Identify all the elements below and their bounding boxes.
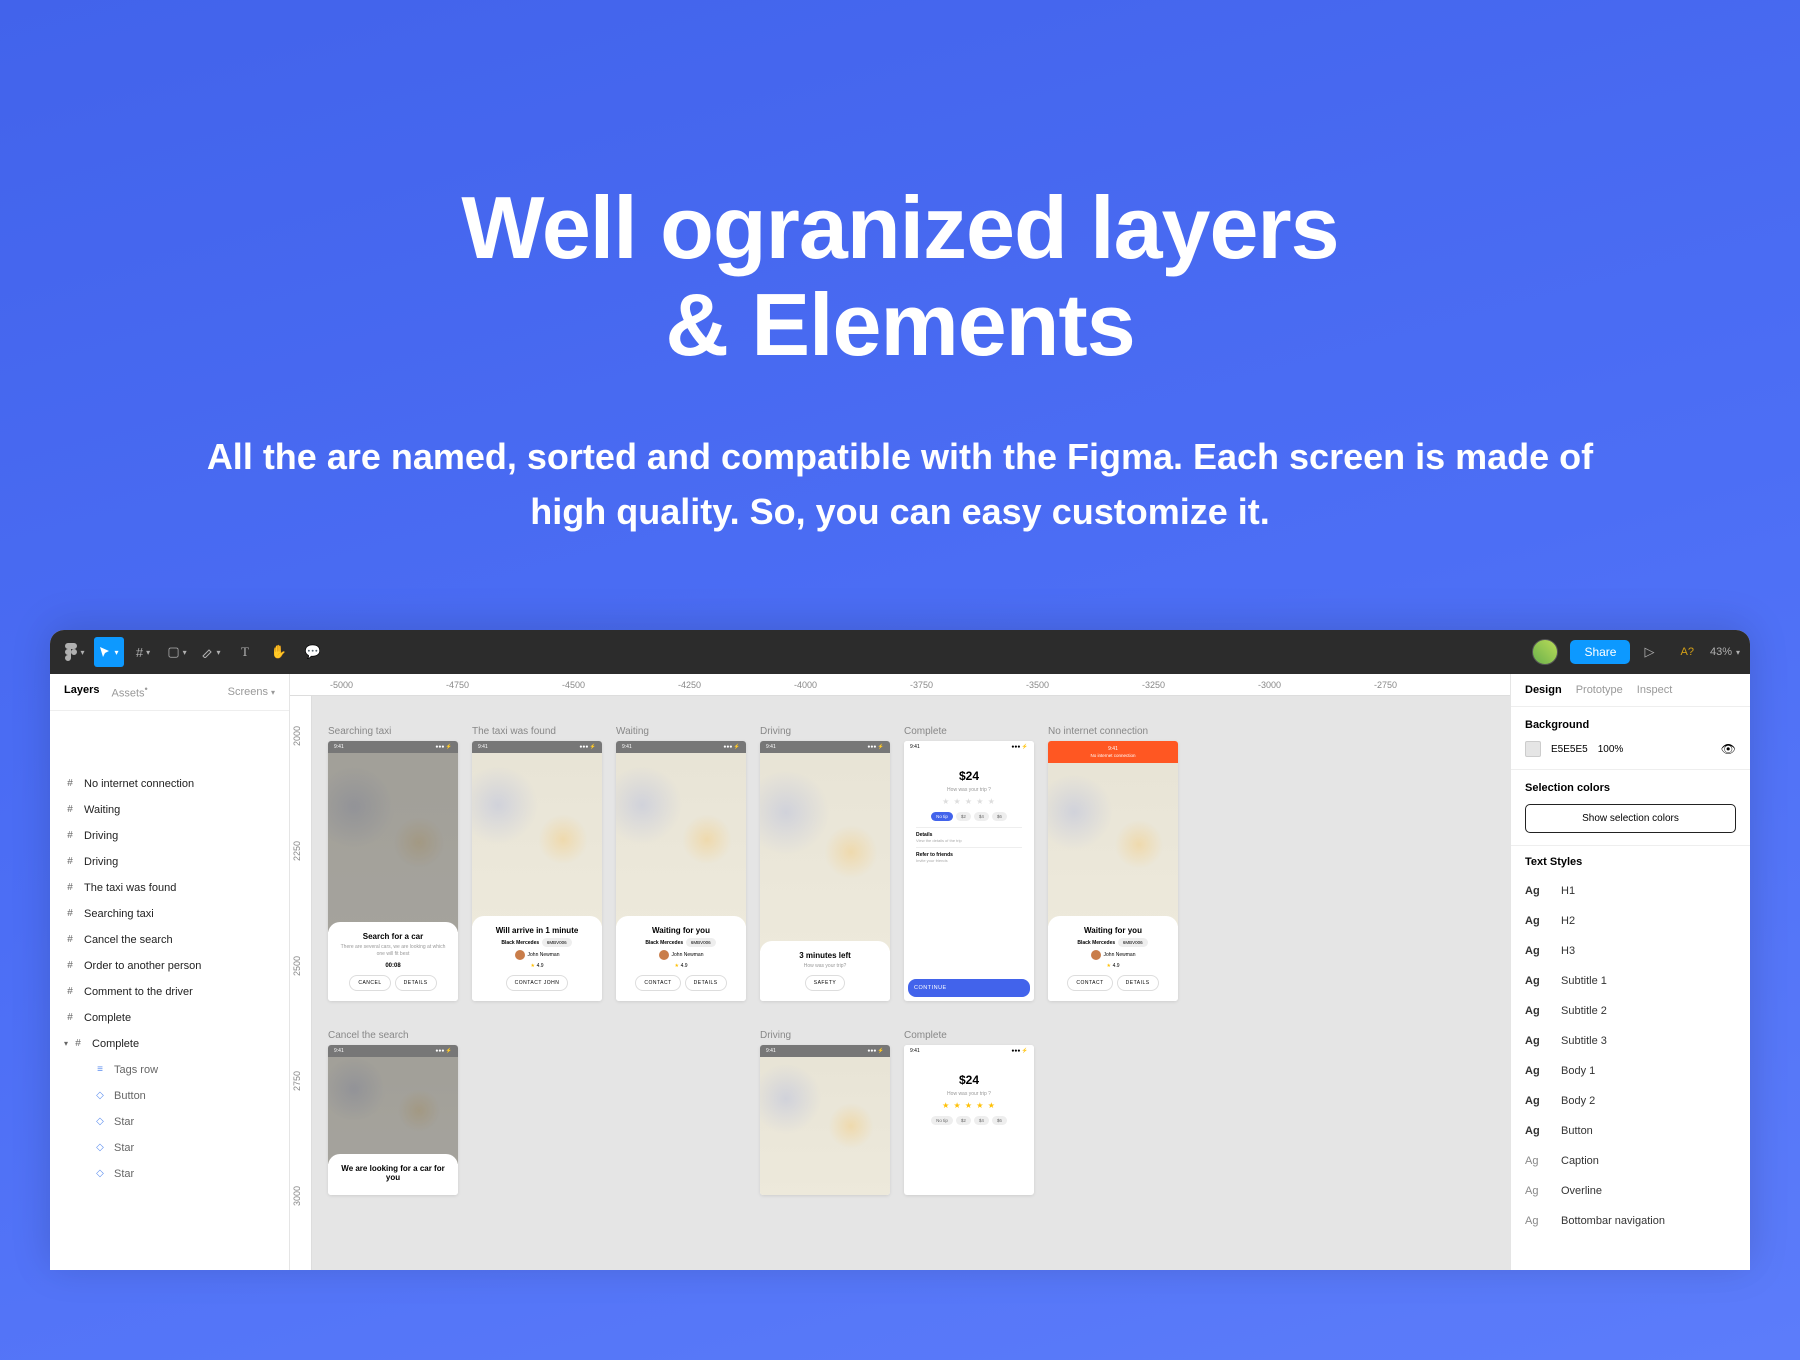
text-style-row[interactable]: AgH2 xyxy=(1525,906,1736,936)
layer-row[interactable]: #Searching taxi xyxy=(50,901,289,927)
layer-row[interactable]: #Complete xyxy=(50,1005,289,1031)
hero-subtitle: All the are named, sorted and compatible… xyxy=(200,429,1600,541)
frame-label: Complete xyxy=(904,1030,1034,1041)
present-icon[interactable]: ▷ xyxy=(1634,637,1664,667)
text-style-row[interactable]: AgSubtitle 3 xyxy=(1525,1026,1736,1056)
layer-child[interactable]: ◇Button xyxy=(50,1083,289,1109)
share-button[interactable]: Share xyxy=(1570,640,1630,664)
layer-row[interactable]: #Driving xyxy=(50,823,289,849)
layer-row[interactable]: #Waiting xyxy=(50,797,289,823)
layer-row[interactable]: #Driving xyxy=(50,849,289,875)
move-tool-icon[interactable]: ▾ xyxy=(94,637,124,667)
text-style-row[interactable]: AgH1 xyxy=(1525,876,1736,906)
tab-inspect[interactable]: Inspect xyxy=(1637,684,1672,696)
bg-opacity[interactable]: 100% xyxy=(1598,744,1624,755)
missing-fonts-badge[interactable]: A? xyxy=(1680,646,1693,658)
text-style-row[interactable]: AgSubtitle 1 xyxy=(1525,966,1736,996)
frame[interactable]: Waiting9:41●●● ⚡Waiting for youBlack Mer… xyxy=(616,726,746,1001)
frame-label: Cancel the search xyxy=(328,1030,458,1041)
bg-swatch[interactable] xyxy=(1525,741,1541,757)
figma-menu-icon[interactable]: ▾ xyxy=(60,637,90,667)
text-style-row[interactable]: AgOverline xyxy=(1525,1176,1736,1206)
shape-tool-icon[interactable]: ▢▾ xyxy=(162,637,192,667)
text-styles-label: Text Styles xyxy=(1525,856,1736,868)
frame-label: The taxi was found xyxy=(472,726,602,737)
frame[interactable]: Cancel the search9:41●●● ⚡We are looking… xyxy=(328,1030,458,1195)
frame[interactable]: Complete9:41●●● ⚡ $24 How was your trip … xyxy=(904,726,1034,1001)
tab-layers[interactable]: Layers xyxy=(64,684,99,700)
frame[interactable]: The taxi was found9:41●●● ⚡Will arrive i… xyxy=(472,726,602,1001)
selection-colors-label: Selection colors xyxy=(1525,782,1736,794)
layer-row[interactable]: #Order to another person xyxy=(50,953,289,979)
tab-prototype[interactable]: Prototype xyxy=(1576,684,1623,696)
frame[interactable]: No internet connection9:41No internet co… xyxy=(1048,726,1178,1001)
background-label: Background xyxy=(1525,719,1736,731)
layer-row[interactable]: #No internet connection xyxy=(50,771,289,797)
layer-row[interactable]: #Cancel the search xyxy=(50,927,289,953)
layer-row[interactable]: #The taxi was found xyxy=(50,875,289,901)
layer-row[interactable]: #Comment to the driver xyxy=(50,979,289,1005)
bg-hex[interactable]: E5E5E5 xyxy=(1551,744,1588,755)
figma-toolbar: ▾ ▾ #▾ ▢▾ ▾ T ✋ 💬 Share ▷ A? 43% ▾ xyxy=(50,630,1750,674)
frame-label: No internet connection xyxy=(1048,726,1178,737)
frame-label: Driving xyxy=(760,726,890,737)
tab-assets[interactable]: Assets• xyxy=(111,684,147,700)
frame-label: Complete xyxy=(904,726,1034,737)
text-style-row[interactable]: AgButton xyxy=(1525,1116,1736,1146)
frame-label: Searching taxi xyxy=(328,726,458,737)
text-style-row[interactable]: AgBottombar navigation xyxy=(1525,1206,1736,1236)
zoom-control[interactable]: 43% ▾ xyxy=(1710,646,1740,658)
frame[interactable]: Driving9:41●●● ⚡ xyxy=(760,1030,890,1195)
layers-panel: Layers Assets• Screens▾ #No internet con… xyxy=(50,674,290,1270)
frame-tool-icon[interactable]: #▾ xyxy=(128,637,158,667)
hero-section: Well ogranized layers & Elements All the… xyxy=(0,0,1800,630)
frame-label: Driving xyxy=(760,1030,890,1041)
text-style-row[interactable]: AgBody 2 xyxy=(1525,1086,1736,1116)
pen-tool-icon[interactable]: ▾ xyxy=(196,637,226,667)
text-style-row[interactable]: AgSubtitle 2 xyxy=(1525,996,1736,1026)
visibility-icon[interactable]: 👁 xyxy=(1721,742,1736,756)
user-avatar[interactable] xyxy=(1532,639,1558,665)
text-style-row[interactable]: AgCaption xyxy=(1525,1146,1736,1176)
frame-label: Waiting xyxy=(616,726,746,737)
comment-tool-icon[interactable]: 💬 xyxy=(298,637,328,667)
show-selection-colors-button[interactable]: Show selection colors xyxy=(1525,804,1736,833)
text-tool-icon[interactable]: T xyxy=(230,637,260,667)
ruler-horizontal: -5000-4750-4500-4250-4000-3750-3500-3250… xyxy=(290,674,1510,696)
tab-design[interactable]: Design xyxy=(1525,684,1562,696)
ruler-vertical: 20002250250027503000 xyxy=(290,696,312,1270)
frame[interactable]: Driving9:41●●● ⚡3 minutes leftHow was yo… xyxy=(760,726,890,1001)
canvas[interactable]: -5000-4750-4500-4250-4000-3750-3500-3250… xyxy=(290,674,1510,1270)
hero-title: Well ogranized layers & Elements xyxy=(100,180,1700,374)
pages-dropdown[interactable]: Screens▾ xyxy=(228,684,275,700)
layer-child[interactable]: ◇Star xyxy=(50,1135,289,1161)
text-style-row[interactable]: AgH3 xyxy=(1525,936,1736,966)
text-style-row[interactable]: AgBody 1 xyxy=(1525,1056,1736,1086)
frame[interactable]: Complete9:41●●● ⚡ $24 How was your trip … xyxy=(904,1030,1034,1195)
figma-window: ▾ ▾ #▾ ▢▾ ▾ T ✋ 💬 Share ▷ A? 43% ▾ Layer… xyxy=(50,630,1750,1270)
frame[interactable]: Searching taxi9:41●●● ⚡Search for a carT… xyxy=(328,726,458,1001)
layer-child[interactable]: ≡Tags row xyxy=(50,1057,289,1083)
design-panel: Design Prototype Inspect Background E5E5… xyxy=(1510,674,1750,1270)
hand-tool-icon[interactable]: ✋ xyxy=(264,637,294,667)
layer-child[interactable]: ◇Star xyxy=(50,1161,289,1187)
layer-child[interactable]: ◇Star xyxy=(50,1109,289,1135)
layer-row-expanded[interactable]: ▾#Complete xyxy=(50,1031,289,1057)
